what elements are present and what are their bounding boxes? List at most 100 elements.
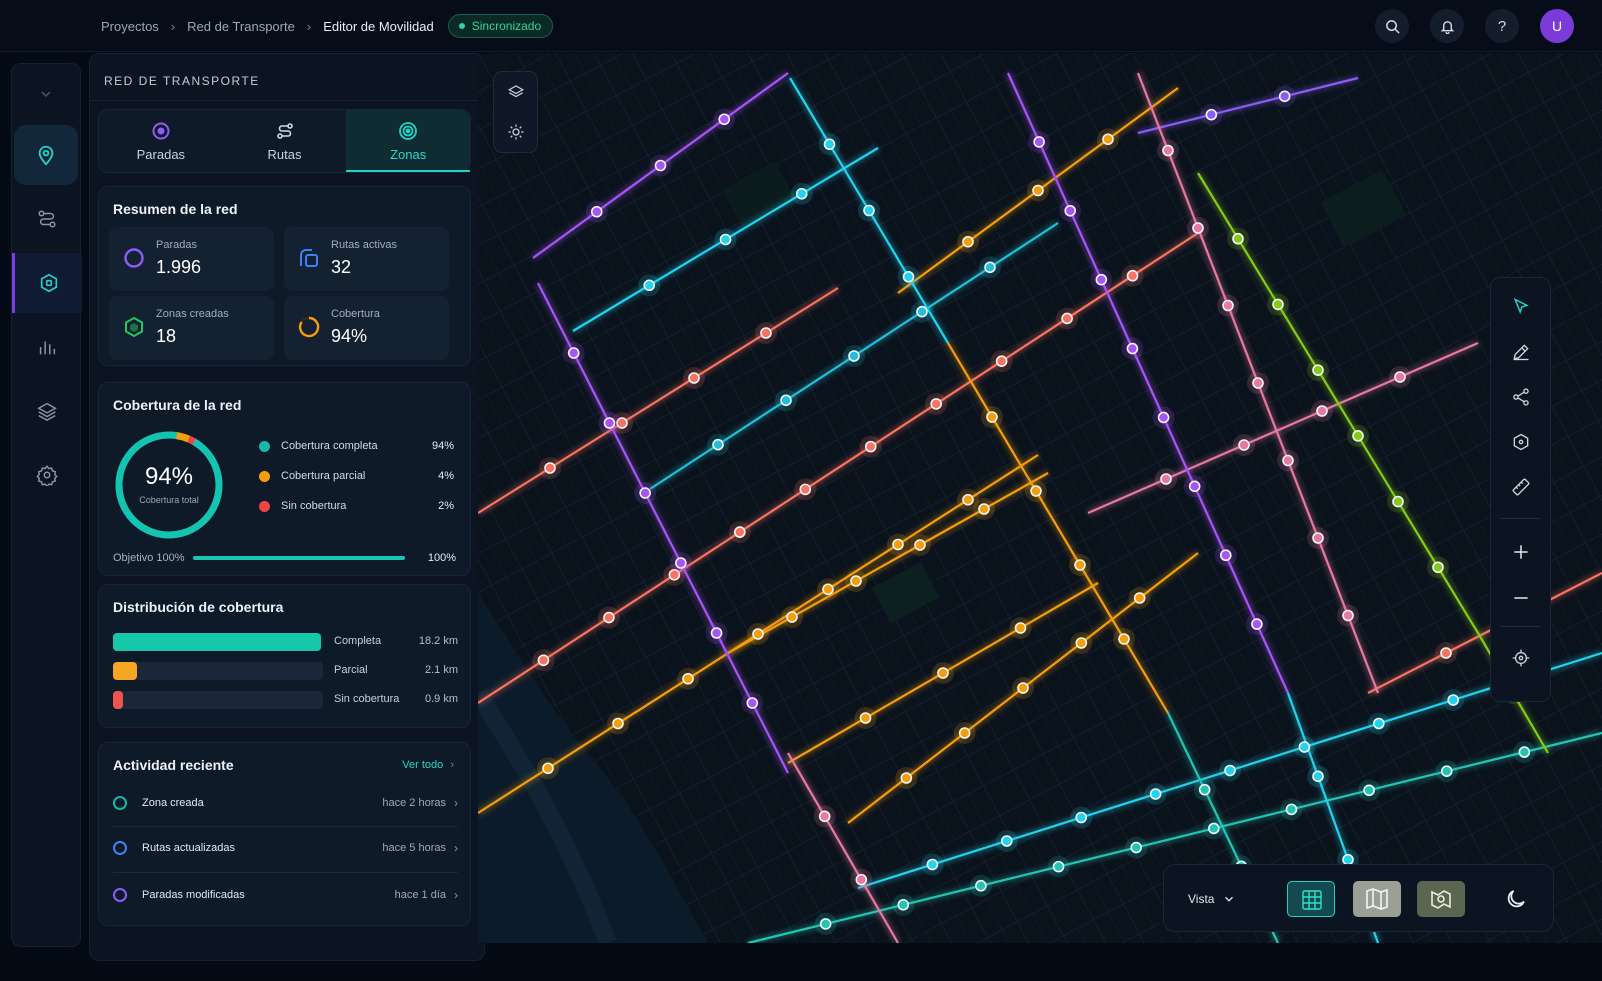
stop-marker[interactable] (1033, 136, 1045, 148)
stop-marker[interactable] (1102, 133, 1114, 146)
stop-marker[interactable] (958, 727, 971, 739)
stop-marker[interactable] (900, 772, 913, 784)
stop-marker[interactable] (718, 113, 731, 126)
activity-item-zone-created[interactable]: Zona creada hace 2 horas › (113, 792, 458, 814)
stop-marker[interactable] (1363, 784, 1375, 797)
stop-marker[interactable] (848, 350, 860, 362)
stop-marker[interactable] (926, 858, 939, 871)
map-layers-button[interactable] (504, 80, 528, 104)
breadcrumb-projects[interactable]: Proyectos (101, 19, 159, 34)
stop-marker[interactable] (1352, 430, 1364, 442)
rail-analytics-button[interactable] (12, 317, 82, 377)
stop-marker[interactable] (542, 762, 554, 775)
stop-marker[interactable] (1075, 637, 1088, 649)
stop-marker[interactable] (1298, 741, 1311, 753)
chevron-down-icon[interactable] (38, 86, 54, 107)
stop-marker[interactable] (1272, 298, 1284, 311)
stop-marker[interactable] (1130, 841, 1142, 854)
stop-marker[interactable] (1149, 788, 1162, 800)
stop-marker[interactable] (1126, 342, 1139, 355)
stop-marker[interactable] (688, 372, 700, 384)
theme-toggle-button[interactable] (1504, 887, 1528, 911)
stop-marker[interactable] (1238, 439, 1250, 451)
stop-marker[interactable] (1095, 273, 1108, 286)
stop-marker[interactable] (1064, 204, 1077, 217)
stop-marker[interactable] (1312, 770, 1324, 783)
stop-marker[interactable] (897, 899, 910, 911)
tab-routes[interactable]: Rutas (223, 110, 347, 172)
select-tool-button[interactable] (1509, 295, 1533, 319)
stop-marker[interactable] (567, 347, 580, 359)
stop-marker[interactable] (864, 440, 877, 453)
draw-tool-button[interactable] (1509, 340, 1533, 364)
see-all-link[interactable]: Ver todo › (402, 759, 454, 771)
stop-marker[interactable] (1392, 495, 1404, 508)
stop-marker[interactable] (1312, 364, 1324, 376)
map-brightness-button[interactable] (504, 120, 528, 144)
stop-marker[interactable] (823, 138, 836, 151)
stop-marker[interactable] (682, 672, 694, 685)
stop-marker[interactable] (1252, 377, 1264, 389)
view-dropdown[interactable]: Vista (1178, 883, 1246, 915)
stop-marker[interactable] (719, 233, 732, 246)
stop-marker[interactable] (1052, 860, 1065, 873)
stop-marker[interactable] (1030, 485, 1042, 497)
connect-tool-button[interactable] (1509, 385, 1533, 409)
stop-marker[interactable] (855, 873, 868, 886)
stop-marker[interactable] (892, 538, 904, 551)
stop-marker[interactable] (916, 305, 928, 318)
search-button[interactable] (1375, 9, 1409, 43)
stop-marker[interactable] (1518, 746, 1531, 758)
stop-marker[interactable] (544, 462, 556, 474)
stop-marker[interactable] (1162, 144, 1174, 157)
stop-marker[interactable] (1282, 454, 1294, 467)
stop-marker[interactable] (746, 697, 759, 709)
stop-marker[interactable] (1342, 609, 1354, 622)
stop-marker[interactable] (962, 235, 974, 248)
stop-marker[interactable] (986, 411, 998, 423)
stop-marker[interactable] (914, 539, 926, 551)
stop-marker[interactable] (930, 398, 942, 410)
stop-marker[interactable] (710, 627, 723, 639)
stop-marker[interactable] (1160, 473, 1172, 485)
stop-marker[interactable] (1014, 622, 1027, 634)
stop-marker[interactable] (760, 327, 772, 339)
stop-marker[interactable] (1075, 811, 1088, 824)
stop-marker[interactable] (1208, 822, 1220, 835)
stop-marker[interactable] (734, 526, 746, 538)
stop-marker[interactable] (639, 487, 651, 499)
stop-marker[interactable] (819, 918, 832, 930)
stop-marker[interactable] (603, 417, 616, 429)
stop-marker[interactable] (786, 611, 798, 623)
map-canvas[interactable] (478, 53, 1602, 943)
stop-marker[interactable] (1061, 312, 1073, 325)
stop-marker[interactable] (1285, 803, 1298, 816)
rail-settings-button[interactable] (12, 445, 82, 505)
stop-marker[interactable] (1222, 299, 1234, 312)
activity-item-stops-modified[interactable]: Paradas modificadas hace 1 día › (113, 884, 458, 906)
stop-marker[interactable] (1188, 480, 1201, 493)
tab-zones[interactable]: Zonas (346, 110, 471, 172)
stop-marker[interactable] (1394, 371, 1406, 383)
tab-stops[interactable]: Paradas (99, 110, 223, 172)
stop-marker[interactable] (1224, 764, 1236, 777)
stop-marker[interactable] (1198, 783, 1211, 796)
measure-tool-button[interactable] (1509, 475, 1533, 499)
stop-marker[interactable] (1192, 222, 1204, 234)
stop-marker[interactable] (863, 204, 875, 217)
stop-marker[interactable] (1316, 405, 1328, 417)
stop-marker[interactable] (1372, 717, 1385, 730)
transit-map[interactable] (478, 53, 1602, 943)
locate-button[interactable] (1509, 646, 1533, 670)
zoom-out-button[interactable] (1509, 586, 1533, 610)
stop-marker[interactable] (537, 654, 550, 667)
stop-marker[interactable] (1133, 592, 1146, 604)
stop-marker[interactable] (1118, 633, 1130, 645)
stop-marker[interactable] (1205, 108, 1218, 121)
stop-marker[interactable] (975, 879, 987, 892)
stop-marker[interactable] (1032, 184, 1044, 197)
stop-marker[interactable] (1232, 232, 1244, 245)
stop-marker[interactable] (1157, 411, 1170, 424)
stop-marker[interactable] (795, 187, 808, 200)
stop-marker[interactable] (818, 810, 831, 823)
